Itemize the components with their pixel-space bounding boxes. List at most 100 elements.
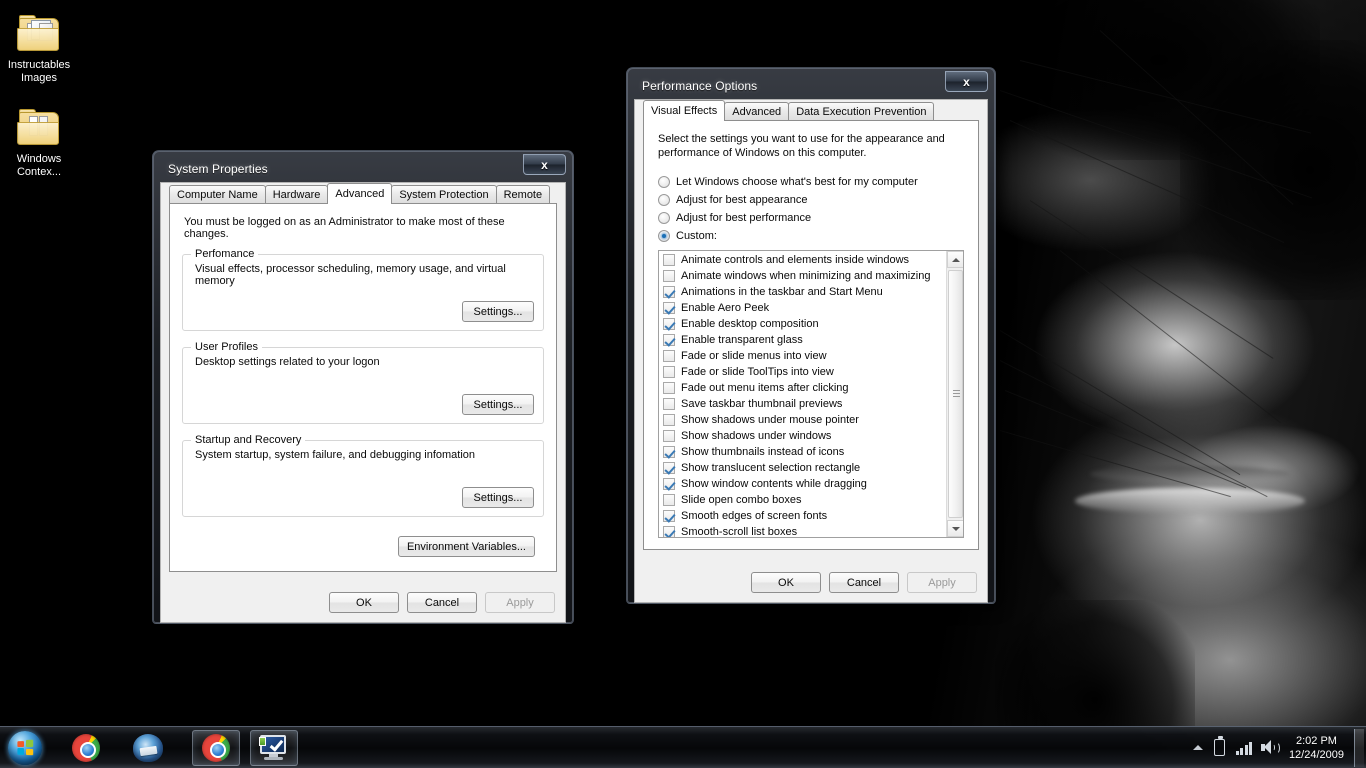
visual-effects-listbox[interactable]: Animate controls and elements inside win… — [658, 250, 964, 538]
checkbox-icon[interactable] — [663, 494, 675, 506]
list-item[interactable]: Show window contents while dragging — [659, 476, 946, 492]
tab-hardware[interactable]: Hardware — [264, 185, 329, 203]
list-item[interactable]: Animations in the taskbar and Start Menu — [659, 284, 946, 300]
visual-effects-radio-group[interactable]: Let Windows choose what's best for my co… — [658, 176, 978, 242]
scrollbar-thumb[interactable] — [948, 270, 963, 518]
show-desktop-button[interactable] — [1354, 728, 1364, 767]
list-item-label: Fade out menu items after clicking — [681, 382, 849, 394]
list-item[interactable]: Show shadows under mouse pointer — [659, 412, 946, 428]
checkbox-icon[interactable] — [663, 254, 675, 266]
list-item[interactable]: Fade or slide menus into view — [659, 348, 946, 364]
list-item[interactable]: Animate windows when minimizing and maxi… — [659, 268, 946, 284]
performance-options-titlebar[interactable]: Performance Options x — [634, 71, 988, 99]
taskbar-window-system-properties[interactable] — [250, 729, 298, 766]
apply-button[interactable]: Apply — [907, 572, 977, 593]
list-item[interactable]: Save taskbar thumbnail previews — [659, 396, 946, 412]
tab-data-execution-prevention[interactable]: Data Execution Prevention — [788, 102, 935, 120]
tab-visual-effects[interactable]: Visual Effects — [643, 100, 726, 121]
user-profiles-settings-button[interactable]: Settings... — [462, 394, 534, 415]
performance-options-dialog[interactable]: Performance Options x Visual Effects Adv… — [626, 67, 996, 604]
performance-group-text: Visual effects, processor scheduling, me… — [195, 263, 506, 287]
ok-button[interactable]: OK — [329, 592, 399, 613]
scroll-up-arrow-icon[interactable] — [947, 251, 963, 268]
tab-system-protection[interactable]: System Protection — [391, 185, 497, 203]
start-button[interactable] — [2, 729, 48, 767]
close-icon[interactable]: x — [523, 154, 566, 175]
list-item[interactable]: Slide open combo boxes — [659, 492, 946, 508]
apply-button[interactable]: Apply — [485, 592, 555, 613]
cancel-button[interactable]: Cancel — [829, 572, 899, 593]
checkbox-icon-checked[interactable] — [663, 302, 675, 314]
list-item[interactable]: Show translucent selection rectangle — [659, 460, 946, 476]
checkbox-icon[interactable] — [663, 382, 675, 394]
desktop-icon-windows-contex[interactable]: Windows Contex... — [2, 108, 76, 178]
volume-tray-icon[interactable] — [1257, 729, 1283, 767]
checkbox-icon-checked[interactable] — [663, 318, 675, 330]
list-item[interactable]: Fade out menu items after clicking — [659, 380, 946, 396]
radio-custom[interactable]: Custom: — [658, 230, 978, 242]
battery-tray-icon[interactable] — [1209, 729, 1231, 767]
performance-options-tabs[interactable]: Visual Effects Advanced Data Execution P… — [635, 100, 987, 121]
system-tray[interactable]: 2:02 PM 12/24/2009 — [1187, 727, 1366, 768]
tab-advanced[interactable]: Advanced — [327, 183, 393, 204]
taskbar-window-chrome[interactable] — [192, 729, 240, 766]
list-item-label: Slide open combo boxes — [681, 494, 802, 506]
system-properties-titlebar[interactable]: System Properties x — [160, 154, 566, 182]
checkbox-icon-checked[interactable] — [663, 462, 675, 474]
thunderbird-icon — [133, 733, 163, 762]
list-item[interactable]: Enable desktop composition — [659, 316, 946, 332]
vertical-scrollbar[interactable] — [946, 251, 963, 537]
checkbox-icon-checked[interactable] — [663, 446, 675, 458]
tab-remote[interactable]: Remote — [495, 185, 551, 203]
tab-computer-name[interactable]: Computer Name — [169, 185, 266, 203]
list-item[interactable]: Smooth edges of screen fonts — [659, 508, 946, 524]
visual-effects-list[interactable]: Animate controls and elements inside win… — [659, 252, 946, 537]
radio-best-appearance[interactable]: Adjust for best appearance — [658, 194, 978, 206]
tab-advanced[interactable]: Advanced — [724, 102, 790, 120]
checkbox-icon[interactable] — [663, 398, 675, 410]
list-item[interactable]: Show shadows under windows — [659, 428, 946, 444]
performance-options-title: Performance Options — [642, 79, 758, 93]
list-item[interactable]: Smooth-scroll list boxes — [659, 524, 946, 537]
desktop-icon-label: Instructables Images — [7, 59, 71, 84]
checkbox-icon-checked[interactable] — [663, 286, 675, 298]
checkbox-icon-checked[interactable] — [663, 510, 675, 522]
system-properties-dialog[interactable]: System Properties x Computer Name Hardwa… — [152, 150, 574, 624]
clock[interactable]: 2:02 PM 12/24/2009 — [1283, 734, 1352, 762]
network-tray-icon[interactable] — [1231, 729, 1257, 767]
list-item[interactable]: Fade or slide ToolTips into view — [659, 364, 946, 380]
performance-settings-button[interactable]: Settings... — [462, 301, 534, 322]
checkbox-icon[interactable] — [663, 414, 675, 426]
desktop-icon-instructables-images[interactable]: Instructables Images — [2, 14, 76, 84]
list-item[interactable]: Enable Aero Peek — [659, 300, 946, 316]
taskbar-pinned-chrome[interactable] — [62, 730, 110, 766]
checkbox-icon[interactable] — [663, 430, 675, 442]
system-properties-tabs[interactable]: Computer Name Hardware Advanced System P… — [161, 183, 565, 204]
monitor-check-icon — [259, 734, 289, 761]
radio-best-performance[interactable]: Adjust for best performance — [658, 212, 978, 224]
checkbox-icon[interactable] — [663, 270, 675, 282]
checkbox-icon[interactable] — [663, 366, 675, 378]
visual-effects-description: Select the settings you want to use for … — [658, 133, 945, 159]
cancel-button[interactable]: Cancel — [407, 592, 477, 613]
checkbox-icon-checked[interactable] — [663, 334, 675, 346]
environment-variables-button[interactable]: Environment Variables... — [397, 536, 535, 557]
taskbar-pinned-thunderbird[interactable] — [124, 730, 172, 766]
list-item[interactable]: Show thumbnails instead of icons — [659, 444, 946, 460]
close-icon[interactable]: x — [945, 71, 988, 92]
show-hidden-icons-button[interactable] — [1187, 729, 1209, 767]
desktop-icon-label: Windows Contex... — [16, 153, 62, 178]
startup-recovery-settings-button[interactable]: Settings... — [462, 487, 534, 508]
list-item-label: Enable Aero Peek — [681, 302, 770, 314]
list-item[interactable]: Enable transparent glass — [659, 332, 946, 348]
radio-let-windows-choose[interactable]: Let Windows choose what's best for my co… — [658, 176, 978, 188]
checkbox-icon-checked[interactable] — [663, 526, 675, 537]
desktop[interactable]: Instructables Images Windows Contex... S… — [0, 0, 1366, 768]
checkbox-icon-checked[interactable] — [663, 478, 675, 490]
scroll-down-arrow-icon[interactable] — [947, 520, 963, 537]
list-item-label: Show shadows under windows — [681, 430, 832, 442]
list-item[interactable]: Animate controls and elements inside win… — [659, 252, 946, 268]
checkbox-icon[interactable] — [663, 350, 675, 362]
taskbar[interactable]: 2:02 PM 12/24/2009 — [0, 726, 1366, 768]
ok-button[interactable]: OK — [751, 572, 821, 593]
